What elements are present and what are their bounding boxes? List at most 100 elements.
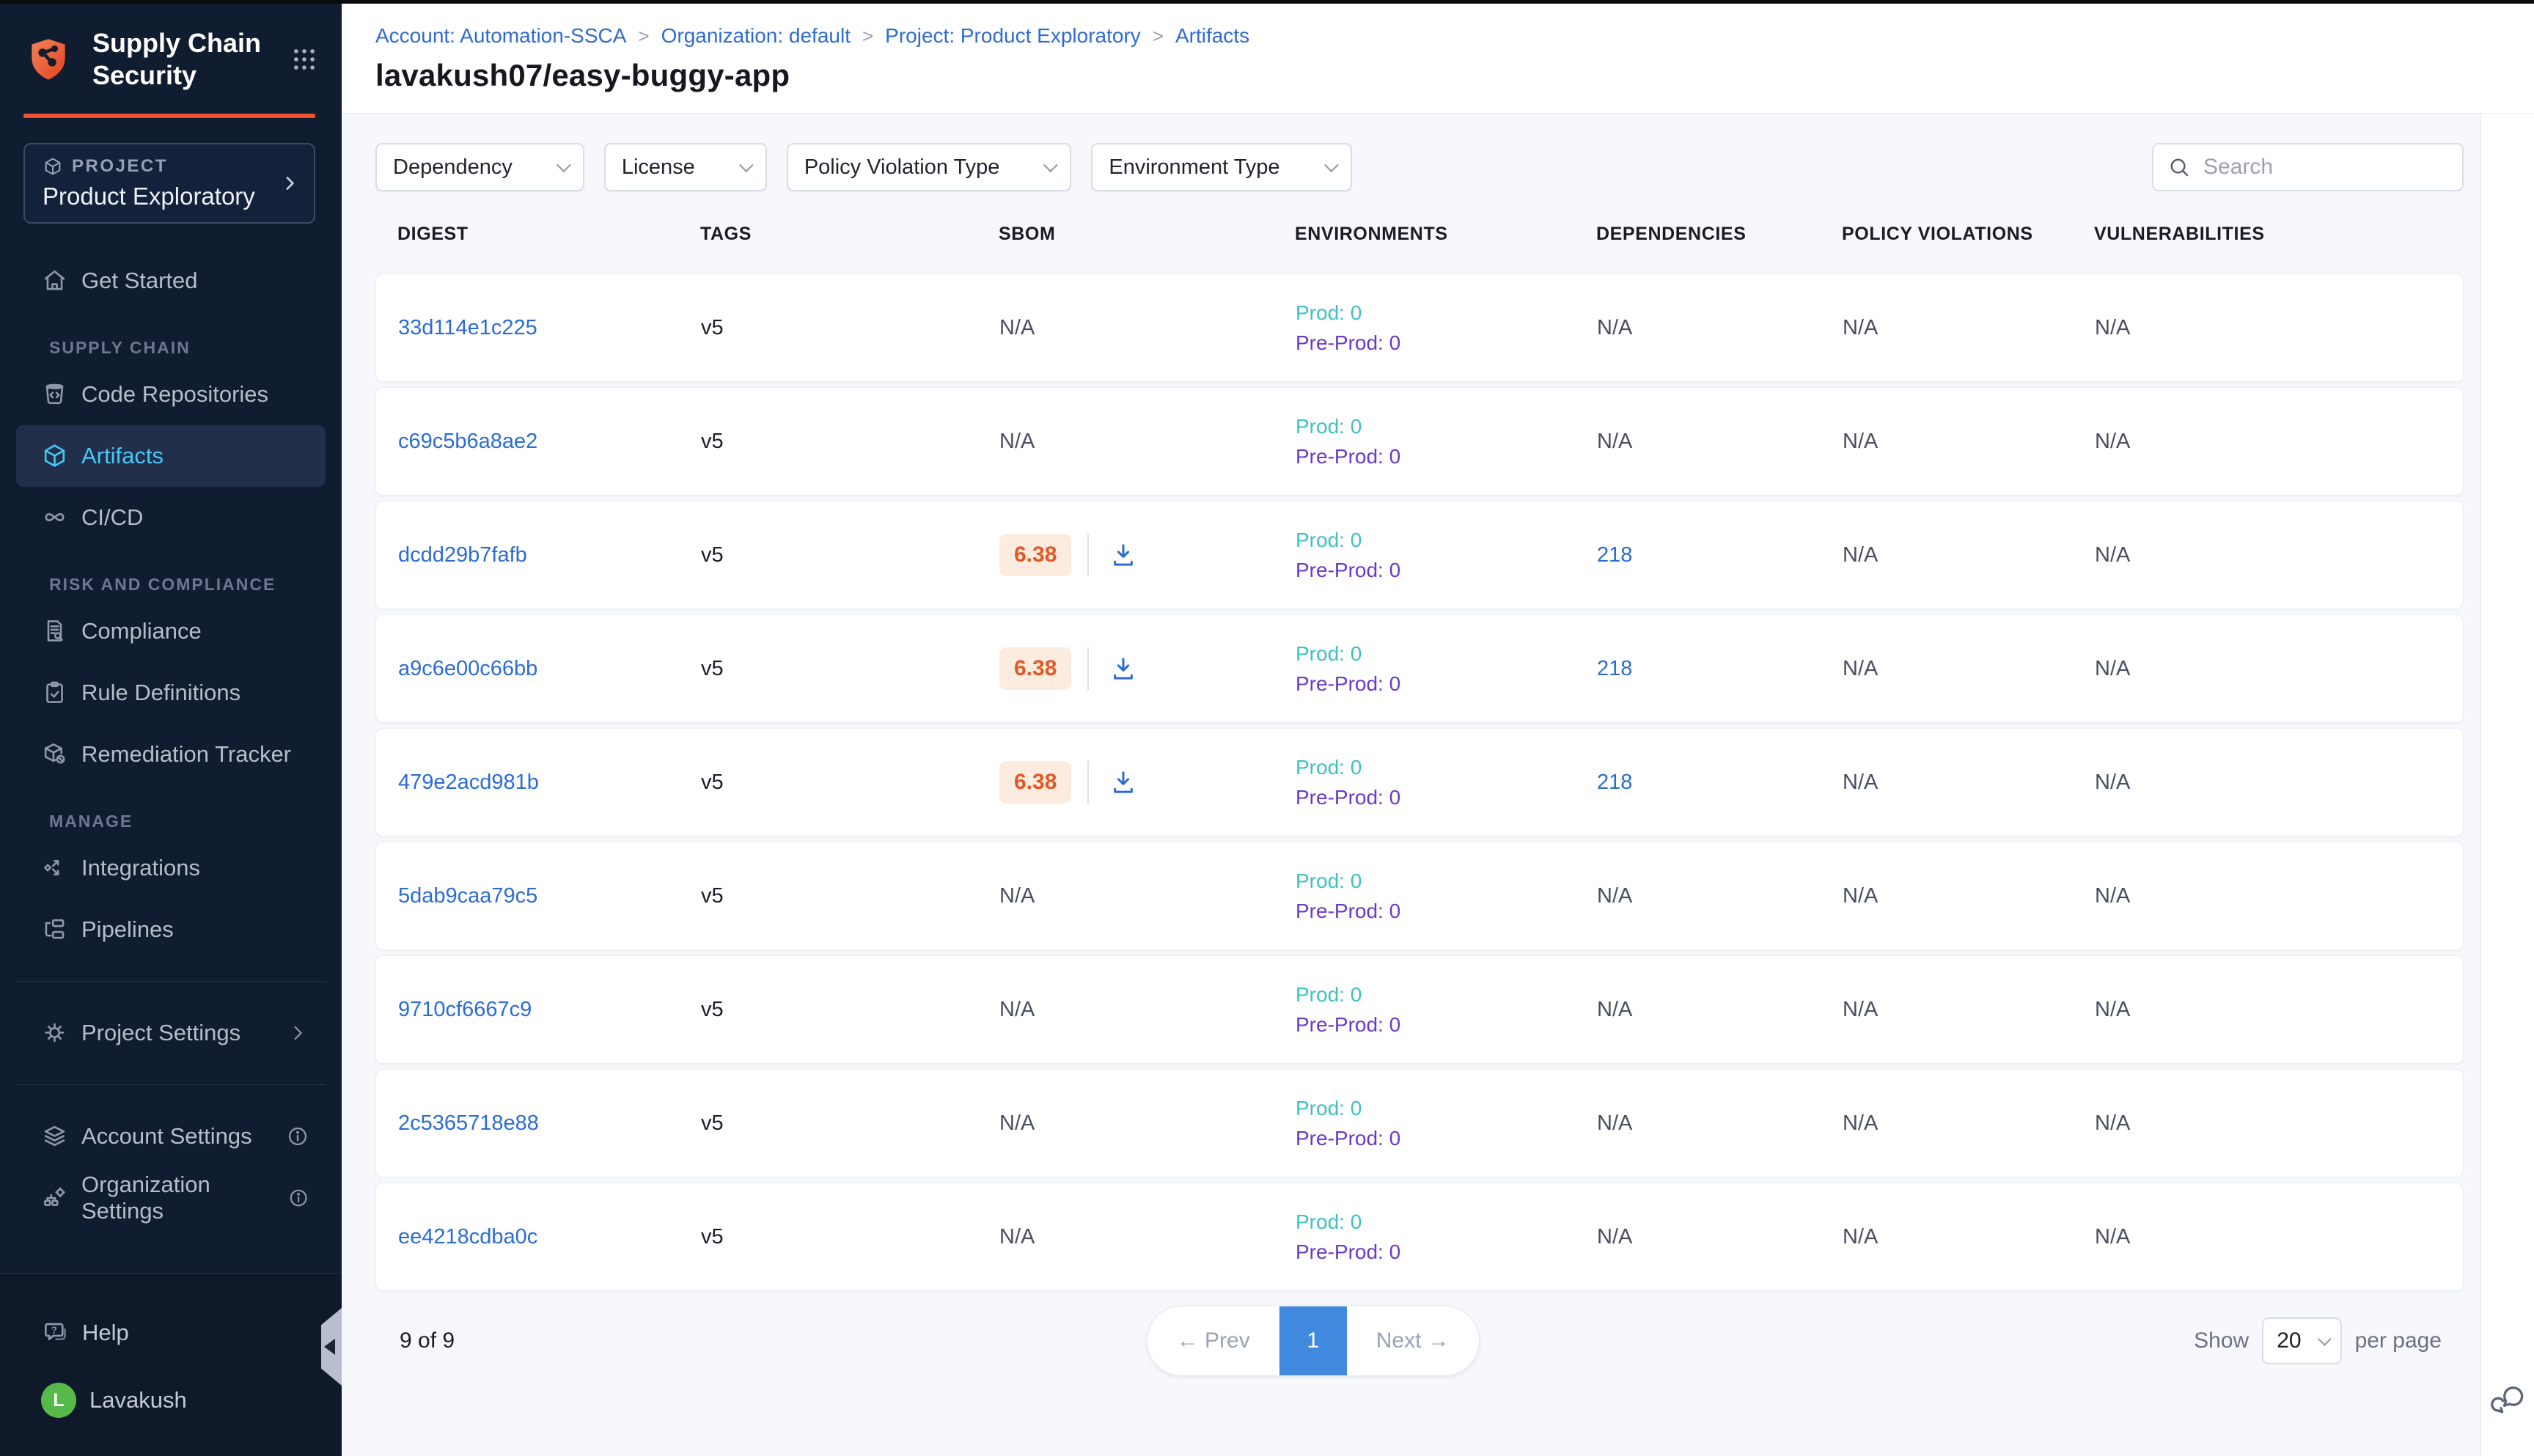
divider <box>1087 647 1089 690</box>
page-size-select[interactable]: 20 <box>2262 1317 2341 1364</box>
box-tag-icon <box>41 740 68 768</box>
next-page-button[interactable]: Next → <box>1347 1306 1479 1375</box>
table-row[interactable]: ee4218cdba0cv5N/AProd: 0Pre-Prod: 0N/AN/… <box>375 1183 2464 1291</box>
table-header-row: DIGESTTAGSSBOMENVIRONMENTSDEPENDENCIESPO… <box>375 222 2464 246</box>
table-row[interactable]: 479e2acd981bv56.38Prod: 0Pre-Prod: 0218N… <box>375 728 2464 837</box>
table-row[interactable]: c69c5b6a8ae2v5N/AProd: 0Pre-Prod: 0N/AN/… <box>375 387 2464 496</box>
env-preprod-count: Pre-Prod: 0 <box>1296 672 1597 696</box>
artifact-digest-link[interactable]: ee4218cdba0c <box>398 1225 701 1249</box>
page-1-button[interactable]: 1 <box>1279 1306 1347 1375</box>
sidebar-item-pipelines[interactable]: Pipelines <box>16 899 326 960</box>
infinity-icon <box>41 504 68 531</box>
org-icon <box>41 1184 68 1211</box>
sidebar-item-account-settings[interactable]: Account Settings <box>16 1106 326 1167</box>
sbom-download-icon[interactable] <box>1108 540 1139 570</box>
collapse-left-arrow-icon <box>324 1339 335 1355</box>
sbom-download-icon[interactable] <box>1108 767 1139 798</box>
sidebar-item-code-repositories[interactable]: Code Repositories <box>16 364 326 425</box>
table-row[interactable]: a9c6e00c66bbv56.38Prod: 0Pre-Prod: 0218N… <box>375 614 2464 723</box>
artifact-table: 33d114e1c225v5N/AProd: 0Pre-Prod: 0N/AN/… <box>375 273 2464 1291</box>
project-selector[interactable]: PROJECT Product Exploratory <box>23 143 315 224</box>
filter-dropdown-license[interactable]: License <box>604 143 767 191</box>
sidebar-item-artifacts[interactable]: Artifacts <box>16 425 326 487</box>
environments-cell: Prod: 0Pre-Prod: 0 <box>1296 1210 1597 1264</box>
artifact-digest-link[interactable]: 2c5365718e88 <box>398 1111 701 1136</box>
env-preprod-count: Pre-Prod: 0 <box>1296 1240 1597 1264</box>
filter-dropdown-dependency[interactable]: Dependency <box>375 143 584 191</box>
chevron-right-icon <box>286 1021 309 1045</box>
filter-dropdown-label: Policy Violation Type <box>804 155 1000 180</box>
environments-cell: Prod: 0Pre-Prod: 0 <box>1296 529 1597 582</box>
artifact-digest-link[interactable]: dcdd29b7fafb <box>398 543 701 567</box>
breadcrumb-separator: > <box>638 25 649 48</box>
env-prod-count: Prod: 0 <box>1296 869 1597 893</box>
breadcrumb-link[interactable]: Project: Product Exploratory <box>885 24 1141 48</box>
chevron-down-icon <box>557 158 571 172</box>
table-row[interactable]: dcdd29b7fafbv56.38Prod: 0Pre-Prod: 0218N… <box>375 501 2464 609</box>
dependencies-count[interactable]: 218 <box>1597 657 1843 681</box>
filter-dropdown-policy-violation-type[interactable]: Policy Violation Type <box>787 143 1072 191</box>
policy-violations-value: N/A <box>1843 430 2095 454</box>
policy-violations-value: N/A <box>1843 771 2095 795</box>
page-size-control: Show 20 per page <box>2194 1317 2442 1364</box>
table-row[interactable]: 5dab9caa79c5v5N/AProd: 0Pre-Prod: 0N/AN/… <box>375 842 2464 950</box>
breadcrumb-link[interactable]: Organization: default <box>661 24 851 48</box>
artifact-digest-link[interactable]: 479e2acd981b <box>398 771 701 795</box>
sbom-cell: N/A <box>999 316 1296 340</box>
svg-text:?: ? <box>51 1325 57 1336</box>
sidebar-item-compliance[interactable]: Compliance <box>16 600 326 662</box>
search-input[interactable] <box>2203 155 2438 180</box>
env-prod-count: Prod: 0 <box>1296 415 1597 438</box>
table-row[interactable]: 2c5365718e88v5N/AProd: 0Pre-Prod: 0N/AN/… <box>375 1069 2464 1177</box>
table-row[interactable]: 9710cf6667c9v5N/AProd: 0Pre-Prod: 0N/AN/… <box>375 955 2464 1064</box>
dependencies-count[interactable]: 218 <box>1597 543 1843 567</box>
pagination-summary: 9 of 9 <box>400 1328 455 1353</box>
dependencies-count: N/A <box>1597 316 1843 340</box>
sidebar-item-organization-settings[interactable]: Organization Settings <box>16 1167 326 1229</box>
artifact-digest-link[interactable]: 33d114e1c225 <box>398 316 701 340</box>
project-cube-icon <box>43 156 63 177</box>
app-switcher-grid-icon[interactable] <box>290 45 318 73</box>
sidebar-item-label: Account Settings <box>81 1123 252 1150</box>
info-icon[interactable] <box>286 1125 309 1148</box>
sidebar-item-ci-cd[interactable]: CI/CD <box>16 487 326 548</box>
env-prod-count: Prod: 0 <box>1296 529 1597 552</box>
user-menu[interactable]: L Lavakush <box>16 1367 326 1434</box>
artifact-digest-link[interactable]: c69c5b6a8ae2 <box>398 430 701 454</box>
policy-violations-value: N/A <box>1843 657 2095 681</box>
sbom-download-icon[interactable] <box>1108 653 1139 684</box>
environments-cell: Prod: 0Pre-Prod: 0 <box>1296 642 1597 696</box>
breadcrumb-link[interactable]: Account: Automation-SSCA <box>375 24 626 48</box>
artifact-digest-link[interactable]: 5dab9caa79c5 <box>398 884 701 908</box>
sidebar-item-remediation-tracker[interactable]: Remediation Tracker <box>16 724 326 785</box>
env-preprod-count: Pre-Prod: 0 <box>1296 445 1597 468</box>
right-gutter <box>2480 114 2534 1456</box>
sbom-na: N/A <box>999 1225 1035 1249</box>
show-label: Show <box>2194 1328 2249 1353</box>
sidebar-item-rule-definitions[interactable]: Rule Definitions <box>16 662 326 724</box>
breadcrumb-link[interactable]: Artifacts <box>1175 24 1249 48</box>
artifact-digest-link[interactable]: 9710cf6667c9 <box>398 998 701 1022</box>
dependencies-count: N/A <box>1597 884 1843 908</box>
artifact-digest-link[interactable]: a9c6e00c66bb <box>398 657 701 681</box>
env-preprod-count: Pre-Prod: 0 <box>1296 900 1597 923</box>
chevron-down-icon <box>2318 1332 2331 1345</box>
sidebar-item-integrations[interactable]: Integrations <box>16 837 326 899</box>
sidebar-item-label: Project Settings <box>81 1020 240 1046</box>
info-icon[interactable] <box>287 1186 309 1210</box>
prev-page-button[interactable]: ← Prev <box>1147 1306 1279 1375</box>
filter-dropdown-label: License <box>622 155 695 180</box>
filter-dropdown-label: Dependency <box>393 155 513 180</box>
sidebar-item-project-settings[interactable]: Project Settings <box>16 1002 326 1064</box>
table-row[interactable]: 33d114e1c225v5N/AProd: 0Pre-Prod: 0N/AN/… <box>375 273 2464 382</box>
sidebar-item-get-started[interactable]: Get Started <box>16 250 326 312</box>
chat-support-icon[interactable] <box>2490 1381 2527 1418</box>
policy-violations-value: N/A <box>1843 884 2095 908</box>
artifact-tag: v5 <box>701 657 999 681</box>
filter-dropdown-environment-type[interactable]: Environment Type <box>1091 143 1351 191</box>
dependencies-count: N/A <box>1597 1225 1843 1249</box>
sidebar-item-label: Pipelines <box>81 916 174 943</box>
breadcrumb-separator: > <box>862 25 873 48</box>
help-button[interactable]: ? Help <box>16 1299 326 1367</box>
dependencies-count[interactable]: 218 <box>1597 771 1843 795</box>
